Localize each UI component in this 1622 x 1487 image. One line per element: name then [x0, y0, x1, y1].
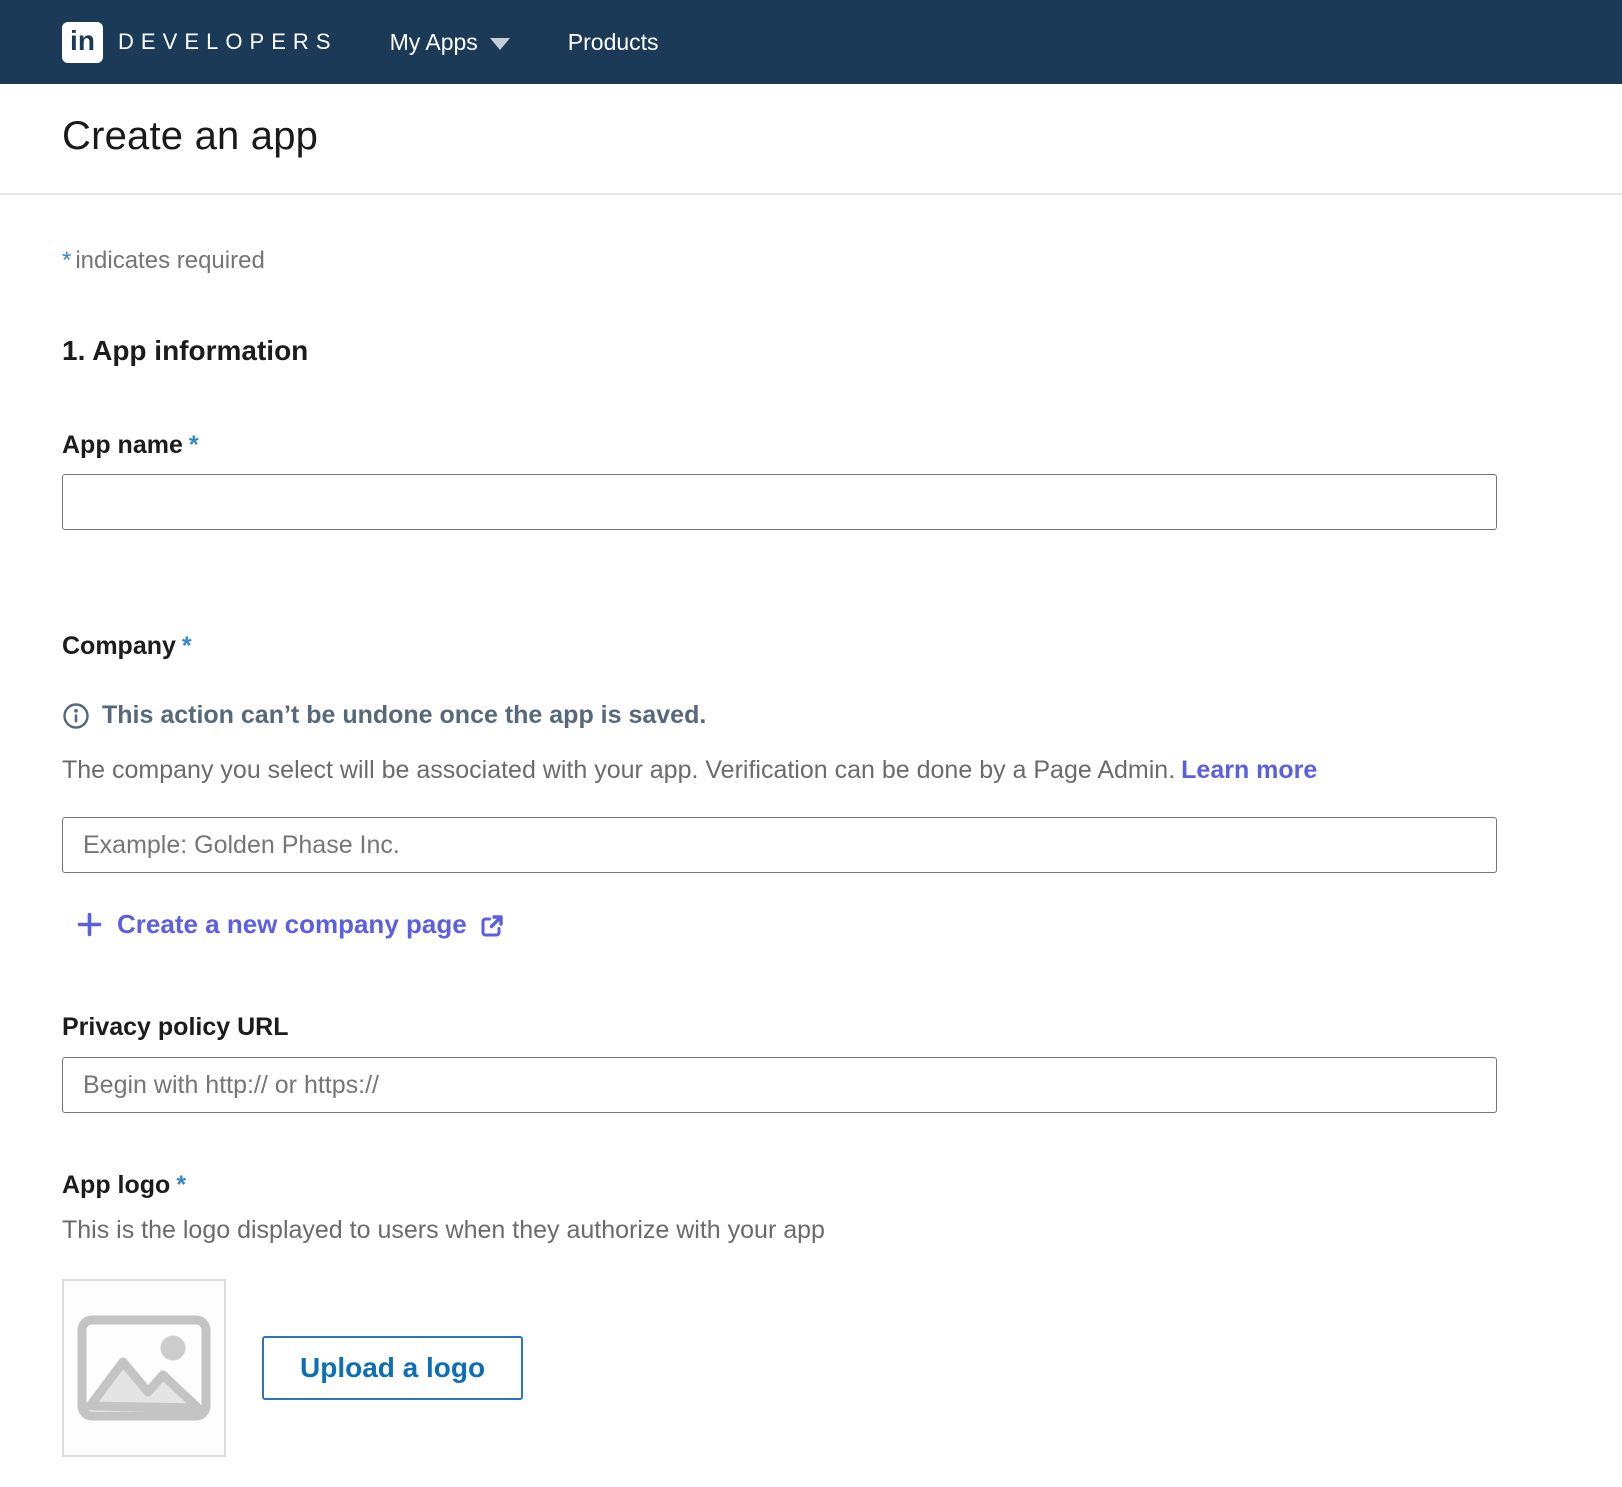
image-placeholder-icon [77, 1315, 211, 1421]
linkedin-developers-brand[interactable]: in DEVELOPERS [62, 22, 338, 63]
company-notice: This action can’t be undone once the app… [62, 701, 1497, 730]
plus-icon [76, 911, 103, 938]
section-heading-app-information: 1. App information [62, 335, 1497, 367]
create-app-form: *indicates required 1. App information A… [0, 247, 1497, 1487]
privacy-policy-input[interactable] [62, 1057, 1497, 1113]
company-description: The company you select will be associate… [62, 756, 1497, 785]
linkedin-logo-icon: in [62, 22, 103, 63]
page-header: Create an app [0, 84, 1622, 195]
app-logo-description: This is the logo displayed to users when… [62, 1216, 1497, 1245]
nav-items: My Apps Products [390, 29, 717, 56]
required-note: *indicates required [62, 247, 1497, 275]
external-link-icon [479, 913, 505, 939]
developers-wordmark: DEVELOPERS [118, 29, 338, 55]
app-name-required-asterisk: * [189, 431, 199, 459]
info-circle-icon [62, 702, 90, 730]
app-logo-preview [62, 1279, 226, 1457]
app-name-label: App name* [62, 431, 1497, 460]
nav-products[interactable]: Products [568, 29, 659, 56]
privacy-policy-label: Privacy policy URL [62, 1013, 1497, 1042]
create-company-page-link[interactable]: Create a new company page [76, 909, 505, 940]
page-title: Create an app [62, 114, 1560, 159]
chevron-down-icon [490, 38, 510, 50]
company-input[interactable] [62, 817, 1497, 873]
upload-logo-button[interactable]: Upload a logo [262, 1336, 523, 1400]
company-notice-text: This action can’t be undone once the app… [102, 701, 706, 730]
nav-products-label: Products [568, 29, 659, 56]
app-logo-required-asterisk: * [176, 1171, 186, 1199]
nav-my-apps[interactable]: My Apps [390, 29, 510, 56]
learn-more-link[interactable]: Learn more [1181, 756, 1317, 784]
top-navbar: in DEVELOPERS My Apps Products [0, 0, 1622, 84]
app-logo-row: Upload a logo [62, 1279, 1497, 1457]
required-asterisk: * [62, 247, 71, 274]
app-name-input[interactable] [62, 474, 1497, 530]
create-company-page-label: Create a new company page [117, 909, 467, 940]
app-logo-label: App logo* [62, 1171, 1497, 1200]
company-label: Company* [62, 632, 1497, 661]
nav-my-apps-label: My Apps [390, 29, 478, 56]
required-note-text: indicates required [75, 247, 264, 274]
company-required-asterisk: * [182, 632, 192, 660]
